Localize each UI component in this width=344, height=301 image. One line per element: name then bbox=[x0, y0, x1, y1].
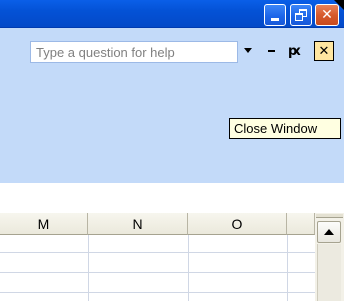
close-window-tooltip: Close Window bbox=[229, 118, 341, 139]
grid-line bbox=[0, 252, 315, 253]
grid-line bbox=[0, 292, 315, 293]
minimize-icon bbox=[271, 17, 279, 21]
help-question-input[interactable]: Type a question for help bbox=[30, 41, 238, 63]
mouse-cursor-icon bbox=[334, 0, 344, 10]
minimize-button[interactable] bbox=[264, 4, 286, 26]
scroll-up-arrow-icon bbox=[324, 229, 334, 235]
column-header-partial[interactable] bbox=[287, 213, 315, 235]
grid-line bbox=[0, 272, 315, 273]
sheet-gap bbox=[0, 183, 344, 207]
split-box[interactable] bbox=[316, 214, 343, 218]
column-header-n[interactable]: N bbox=[88, 213, 188, 235]
column-header-m[interactable]: M bbox=[0, 213, 88, 235]
restore-button[interactable] bbox=[290, 4, 312, 26]
document-close-button[interactable]: ✕ bbox=[314, 41, 334, 61]
help-dropdown-arrow-icon[interactable] bbox=[244, 48, 252, 53]
scrollbar-track[interactable] bbox=[317, 244, 341, 301]
document-close-icon: ✕ bbox=[318, 43, 330, 59]
column-header-o[interactable]: O bbox=[188, 213, 287, 235]
document-minimize-button[interactable] bbox=[268, 50, 275, 52]
restore-icon bbox=[295, 9, 307, 21]
scroll-up-button[interactable] bbox=[317, 221, 341, 243]
close-icon: ✕ bbox=[321, 7, 333, 23]
title-bar: ✕ bbox=[0, 0, 344, 28]
document-restore-button[interactable]: ԗ bbox=[288, 44, 301, 59]
